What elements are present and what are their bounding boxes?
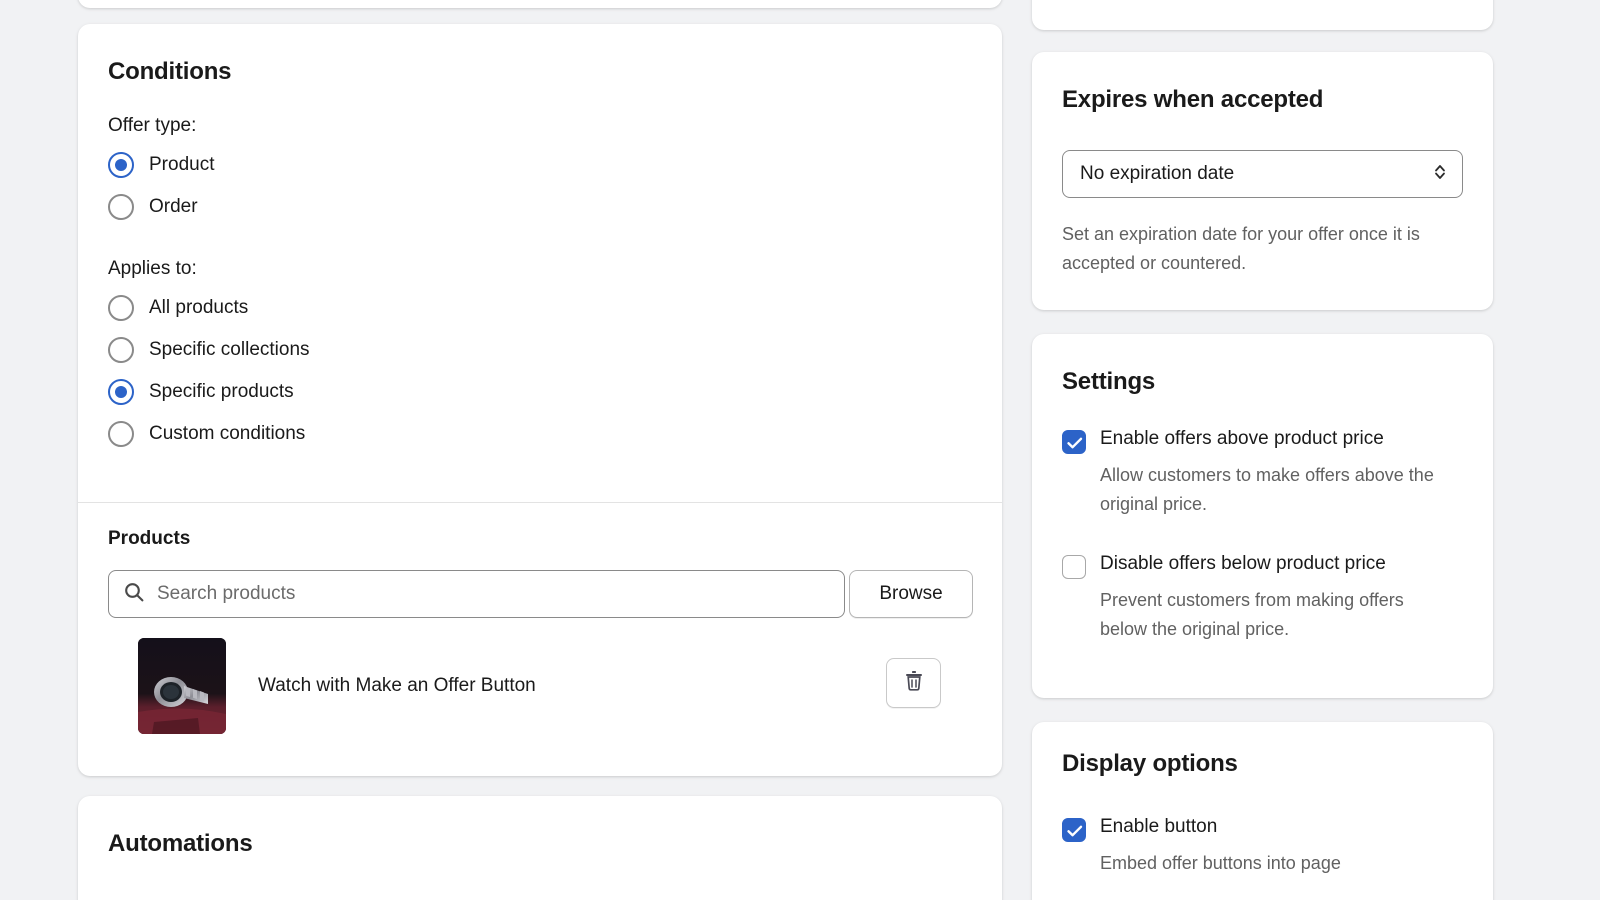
display-options-title: Display options bbox=[1062, 750, 1238, 778]
radio-offer-type-product[interactable]: Product bbox=[108, 152, 214, 178]
automations-title: Automations bbox=[108, 830, 252, 858]
radio-label: Product bbox=[149, 154, 214, 176]
product-list-item: Watch with Make an Offer Button bbox=[108, 638, 972, 734]
radio-applies-to-custom-conditions[interactable]: Custom conditions bbox=[108, 421, 305, 447]
display-options-card: Display options Enable button Embed offe… bbox=[1032, 722, 1493, 900]
applies-to-label: Applies to: bbox=[108, 258, 197, 280]
checkbox-indicator[interactable] bbox=[1062, 430, 1086, 454]
expiration-date-select[interactable]: No expiration date bbox=[1062, 150, 1463, 198]
expires-help-text: Set an expiration date for your offer on… bbox=[1062, 220, 1467, 278]
settings-card: Settings Enable offers above product pri… bbox=[1032, 334, 1493, 698]
checkbox-label: Enable offers above product price bbox=[1100, 428, 1384, 450]
expiration-date-value: No expiration date bbox=[1080, 163, 1234, 185]
page-root: Conditions Offer type: Product Order App… bbox=[0, 0, 1600, 900]
radio-indicator[interactable] bbox=[108, 337, 134, 363]
setting-enable-offers-above-price[interactable]: Enable offers above product price Allow … bbox=[1062, 428, 1450, 519]
radio-label: Specific products bbox=[149, 381, 294, 403]
radio-applies-to-specific-products[interactable]: Specific products bbox=[108, 379, 294, 405]
radio-indicator[interactable] bbox=[108, 194, 134, 220]
radio-offer-type-order[interactable]: Order bbox=[108, 194, 198, 220]
settings-title: Settings bbox=[1062, 368, 1155, 396]
card-divider bbox=[78, 502, 1002, 503]
offer-type-label: Offer type: bbox=[108, 115, 196, 137]
checkbox-description: Allow customers to make offers above the… bbox=[1100, 461, 1450, 519]
radio-applies-to-all-products[interactable]: All products bbox=[108, 295, 248, 321]
setting-disable-offers-below-price[interactable]: Disable offers below product price Preve… bbox=[1062, 553, 1450, 644]
expires-when-accepted-card: Expires when accepted No expiration date… bbox=[1032, 52, 1493, 310]
search-input[interactable] bbox=[157, 583, 830, 605]
checkbox-description: Embed offer buttons into page bbox=[1100, 849, 1450, 878]
product-thumbnail bbox=[138, 638, 226, 734]
radio-label: Specific collections bbox=[149, 339, 310, 361]
card-above-conditions-partial bbox=[78, 0, 1002, 8]
radio-label: All products bbox=[149, 297, 248, 319]
checkbox-label: Enable button bbox=[1100, 816, 1217, 838]
card-above-expires-partial bbox=[1032, 0, 1493, 30]
radio-applies-to-specific-collections[interactable]: Specific collections bbox=[108, 337, 310, 363]
expires-title: Expires when accepted bbox=[1062, 86, 1323, 114]
radio-label: Order bbox=[149, 196, 198, 218]
automations-card: Automations bbox=[78, 796, 1002, 900]
radio-indicator[interactable] bbox=[108, 421, 134, 447]
browse-button[interactable]: Browse bbox=[849, 570, 973, 618]
search-icon bbox=[123, 581, 145, 608]
checkbox-indicator[interactable] bbox=[1062, 555, 1086, 579]
checkbox-description: Prevent customers from making offers bel… bbox=[1100, 586, 1450, 644]
products-heading: Products bbox=[108, 528, 190, 550]
checkbox-label: Disable offers below product price bbox=[1100, 553, 1386, 575]
radio-indicator[interactable] bbox=[108, 379, 134, 405]
radio-indicator[interactable] bbox=[108, 152, 134, 178]
trash-icon bbox=[903, 669, 925, 697]
checkbox-indicator[interactable] bbox=[1062, 818, 1086, 842]
conditions-title: Conditions bbox=[108, 58, 231, 86]
display-option-enable-button[interactable]: Enable button Embed offer buttons into p… bbox=[1062, 816, 1450, 878]
radio-label: Custom conditions bbox=[149, 423, 305, 445]
delete-product-button[interactable] bbox=[886, 658, 941, 708]
conditions-card: Conditions Offer type: Product Order App… bbox=[78, 24, 1002, 776]
product-search-field[interactable] bbox=[108, 570, 845, 618]
product-name: Watch with Make an Offer Button bbox=[258, 675, 536, 697]
chevron-up-down-icon bbox=[1432, 160, 1448, 189]
radio-indicator[interactable] bbox=[108, 295, 134, 321]
